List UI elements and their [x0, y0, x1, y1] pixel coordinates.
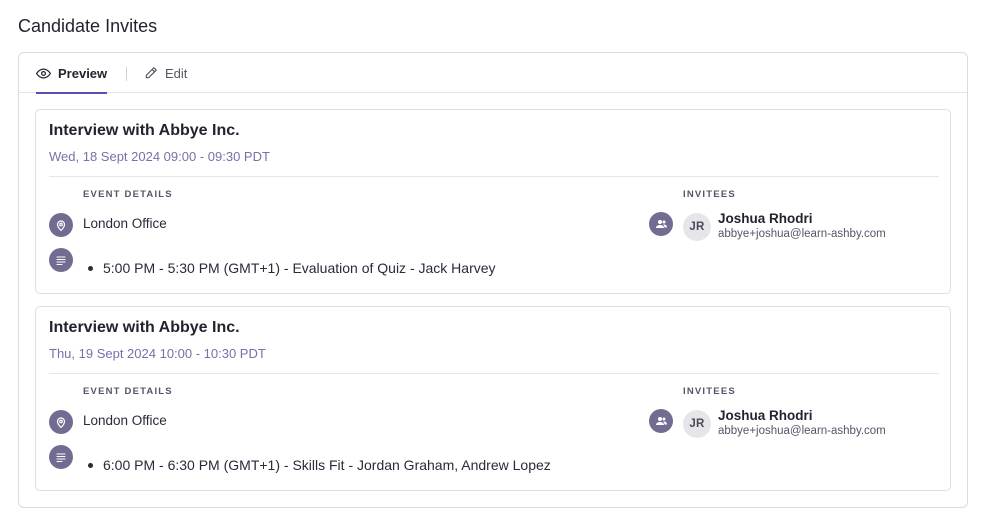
tab-edit[interactable]: Edit: [144, 53, 187, 93]
event-card: Interview with Abbye Inc. Wed, 18 Sept 2…: [35, 109, 951, 294]
location-pin-icon: [49, 213, 73, 237]
location-pin-icon: [49, 410, 73, 434]
event-title: Interview with Abbye Inc.: [49, 122, 240, 139]
people-icon: [649, 212, 673, 236]
tab-bar: Preview Edit: [19, 53, 967, 94]
avatar: JR: [683, 410, 711, 438]
page-title: Candidate Invites: [18, 16, 158, 36]
invitee-email: abbye+joshua@learn-ashby.com: [718, 228, 886, 240]
event-time: Thu, 19 Sept 2024 10:00 - 10:30 PDT: [49, 346, 266, 361]
event-time: Wed, 18 Sept 2024 09:00 - 09:30 PDT: [49, 149, 270, 164]
invitees-label: INVITEES: [683, 386, 736, 397]
event-card: Interview with Abbye Inc. Thu, 19 Sept 2…: [35, 306, 951, 491]
invites-panel: Preview Edit Interview with Abbye Inc. W…: [18, 52, 968, 508]
divider: [49, 176, 939, 177]
agenda-text: 5:00 PM - 5:30 PM (GMT+1) - Evaluation o…: [103, 260, 496, 276]
invitee-name: Joshua Rhodri: [718, 211, 813, 226]
agenda-text: 6:00 PM - 6:30 PM (GMT+1) - Skills Fit -…: [103, 457, 551, 473]
pencil-icon: [144, 66, 158, 80]
event-details-label: EVENT DETAILS: [83, 189, 173, 200]
event-location: London Office: [83, 413, 167, 428]
event-title: Interview with Abbye Inc.: [49, 319, 240, 336]
divider: [49, 373, 939, 374]
avatar: JR: [683, 213, 711, 241]
event-location: London Office: [83, 216, 167, 231]
invitee-name: Joshua Rhodri: [718, 408, 813, 423]
agenda-item: 5:00 PM - 5:30 PM (GMT+1) - Evaluation o…: [88, 260, 496, 276]
tab-separator: [126, 67, 127, 81]
invitees-label: INVITEES: [683, 189, 736, 200]
tab-edit-label: Edit: [165, 65, 188, 81]
tab-preview-label: Preview: [58, 65, 108, 81]
tab-preview[interactable]: Preview: [36, 53, 108, 94]
event-details-label: EVENT DETAILS: [83, 386, 173, 397]
bullet: [88, 265, 93, 271]
eye-icon: [36, 66, 51, 81]
notes-icon: [49, 445, 73, 469]
people-icon: [649, 409, 673, 433]
agenda-item: 6:00 PM - 6:30 PM (GMT+1) - Skills Fit -…: [88, 457, 551, 473]
invitee-email: abbye+joshua@learn-ashby.com: [718, 425, 886, 437]
bullet: [88, 462, 93, 468]
notes-icon: [49, 248, 73, 272]
